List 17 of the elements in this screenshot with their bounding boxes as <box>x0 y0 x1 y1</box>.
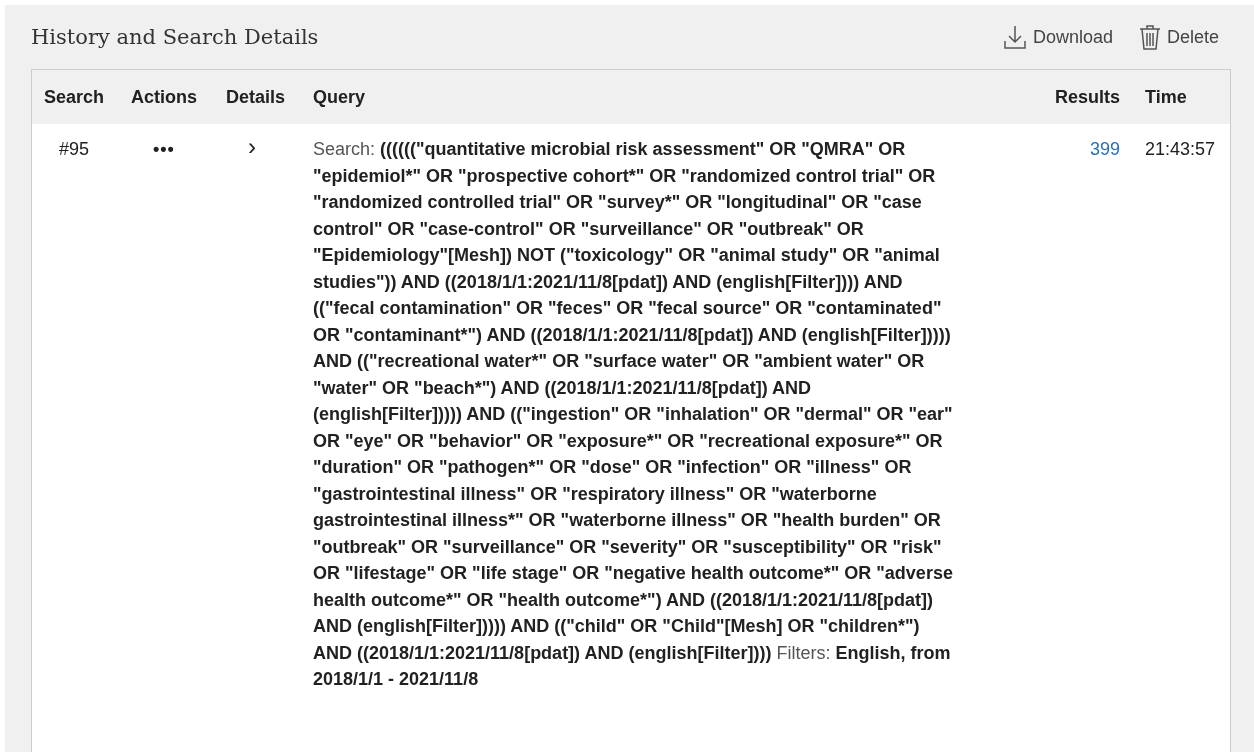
search-number: #95 <box>58 138 91 161</box>
download-icon <box>1002 24 1027 50</box>
search-time: 21:43:57 <box>1145 138 1217 161</box>
query-text: Search: (((((("quantitative microbial risk assessment" OR "QMRA" OR "epidemiol*" OR "prospective cohort*" OR "randomized control trial" OR "randomized controlled trial" OR "survey*" OR "longitudinal" OR "case control" OR "case-control" OR "surveillance" OR "outbreak" OR "Epidemiology"[Mesh]) NOT ("toxicology" OR "animal study" OR "animal studies")) AND ((2018/1/1:2021/11/8[pdat]) AND (english[Filter]))) AND (("fecal contamination" OR "feces" OR "fecal source" OR "contaminated" OR "contaminant*") AND ((2018/1/1:2021/11/8[pdat]) AND (english[Filter])))) AND (("recreational water*" OR "surface water" OR "ambient water" OR "water" OR "beach*") AND ((2018/1/1:2021/11/8[pdat]) AND (english[Filter])))) AND (("ingestion" OR "inhalation" OR "dermal" OR "ear" OR "eye" OR "behavior" OR "exposure*" OR "recreational exposure*" OR "duration" OR "pathogen*" OR "dose" OR "infection" OR "illness" OR "gastrointestinal illness" OR "respiratory illness" OR "waterborne gastrointestinal illness*" OR "waterborne illness" OR "health burden" OR "outbreak" OR "surveillance" OR "severity" OR "susceptibility" OR "risk" OR "lifestage" OR "life stage" OR "negative health outcome*" OR "adverse health outcome*" OR "health outcome*") AND ((2018/1/1:2021/11/8[pdat]) AND (english[Filter])))) AND (("child" OR "Child"[Mesh] OR "children*") AND ((2018/1/1:2021/11/8[pdat]) AND (english[Filter]))) Filters: English, from 2018/1/1 - 2021/11/8 <box>313 138 954 691</box>
download-button[interactable]: Download <box>1002 24 1113 50</box>
trash-icon <box>1138 24 1161 50</box>
more-actions-button[interactable]: ••• <box>131 136 226 163</box>
column-header: Details <box>226 86 287 108</box>
column-header: Search <box>44 86 106 108</box>
delete-button[interactable]: Delete <box>1138 24 1219 50</box>
panel-title: History and Search Details <box>31 25 320 49</box>
column-header: Time <box>1145 86 1188 108</box>
results-link[interactable]: 399 <box>1055 136 1145 163</box>
column-header: Actions <box>131 86 198 108</box>
column-header: Query <box>313 86 367 108</box>
column-header: Results <box>1055 86 1122 108</box>
expand-details-button[interactable]: › <box>226 136 313 158</box>
